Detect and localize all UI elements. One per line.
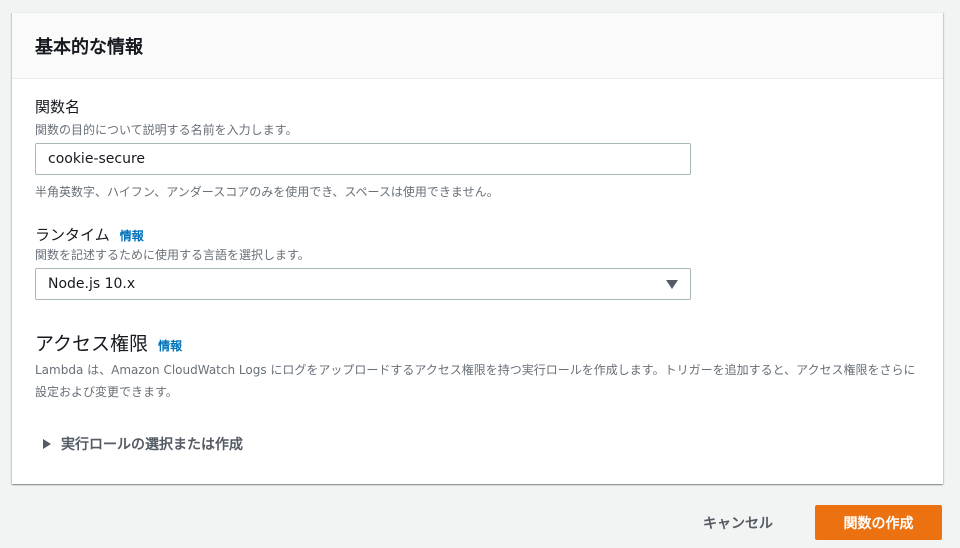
permissions-title: アクセス権限 (35, 333, 149, 355)
runtime-selected-value: Node.js 10.x (48, 276, 136, 292)
caret-down-icon (666, 279, 678, 289)
function-name-value: cookie-secure (48, 151, 146, 167)
basic-info-panel: 基本的な情報 関数名 関数の目的について説明する名前を入力します。 cookie… (12, 12, 943, 484)
runtime-description: 関数を記述するために使用する言語を選択します。 (35, 248, 310, 262)
caret-right-icon (43, 439, 51, 449)
cancel-button[interactable]: キャンセル (690, 507, 786, 539)
panel-title: 基本的な情報 (12, 13, 943, 79)
runtime-label-row: ランタイム 情報 (35, 224, 144, 245)
execution-role-expander-label: 実行ロールの選択または作成 (61, 437, 243, 453)
runtime-label: ランタイム (35, 226, 110, 244)
permissions-info-link[interactable]: 情報 (158, 337, 182, 354)
function-name-label: 関数名 (35, 98, 81, 116)
runtime-info-link[interactable]: 情報 (120, 227, 144, 244)
execution-role-expander[interactable]: 実行ロールの選択または作成 (43, 434, 243, 454)
function-name-description: 関数の目的について説明する名前を入力します。 (35, 123, 298, 137)
runtime-select[interactable]: Node.js 10.x (35, 268, 691, 300)
create-function-button[interactable]: 関数の作成 (815, 505, 942, 540)
function-name-input[interactable]: cookie-secure (35, 143, 691, 175)
permissions-description: Lambda は、Amazon CloudWatch Logs にログをアップロ… (35, 363, 916, 399)
function-name-constraint: 半角英数字、ハイフン、アンダースコアのみを使用でき、スペースは使用できません。 (35, 185, 499, 199)
permissions-heading-row: アクセス権限 情報 (35, 329, 182, 356)
